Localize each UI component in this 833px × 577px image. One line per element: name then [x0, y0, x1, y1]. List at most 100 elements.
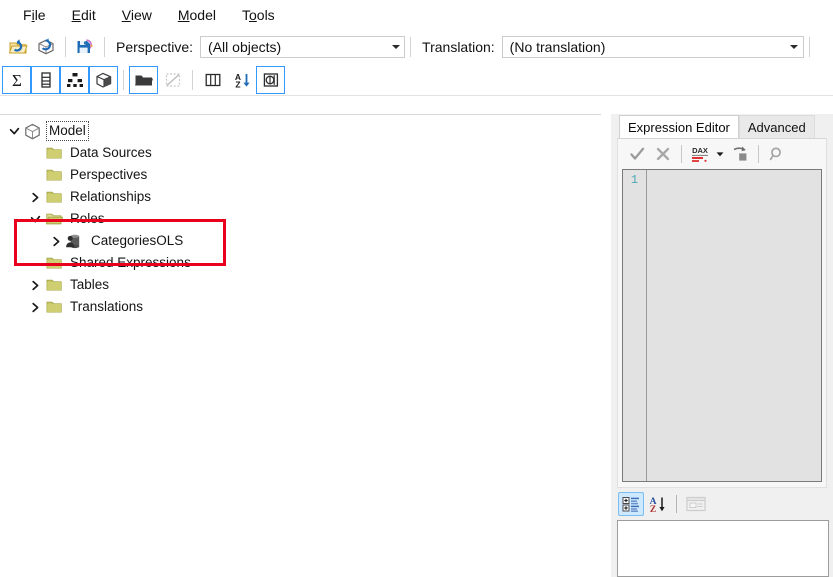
tree-node-relationships[interactable]: Relationships — [0, 186, 601, 208]
hidden-diagonal-icon — [165, 72, 180, 87]
tree-expander-translations[interactable] — [27, 296, 44, 318]
dax-formatter-button[interactable]: DAX — [687, 142, 713, 166]
show-hierarchies-button[interactable] — [60, 65, 89, 94]
tab-expression-editor-label: Expression Editor — [628, 119, 730, 135]
show-partitions-button[interactable] — [89, 65, 118, 94]
tree-node-perspectives[interactable]: Perspectives — [0, 164, 601, 186]
show-columns-button[interactable] — [31, 65, 60, 94]
svg-text:Σ: Σ — [12, 71, 22, 90]
tree-expander-roles[interactable] — [27, 208, 44, 230]
perspective-dropdown-arrow-icon[interactable] — [387, 45, 404, 49]
accept-expression-button[interactable] — [624, 142, 650, 166]
tree-node-roles[interactable]: Roles — [0, 208, 601, 230]
refresh-model-icon — [38, 38, 54, 55]
menu-item-edit[interactable]: Edit — [59, 3, 109, 27]
property-page-icon — [686, 496, 706, 512]
open-folder-refresh-button[interactable] — [4, 33, 32, 61]
tree-expander-model[interactable] — [6, 120, 23, 142]
tree-node-categories-ols-role[interactable]: CategoriesOLS — [0, 230, 601, 252]
tab-advanced-label: Advanced — [747, 119, 806, 135]
folder-open-icon — [45, 213, 63, 225]
tree-expander-data-sources — [27, 142, 44, 164]
editor-toolbar-separator-1 — [681, 145, 682, 163]
toolbar-separator-2 — [104, 37, 105, 57]
cancel-expression-button[interactable] — [650, 142, 676, 166]
show-measures-button[interactable]: Σ — [2, 65, 31, 94]
menu-tools-pre: T — [241, 7, 249, 23]
tree-node-tables[interactable]: Tables — [0, 274, 601, 296]
folder-icon — [44, 188, 63, 206]
column-list-icon — [40, 71, 51, 88]
menu-edit-post: dit — [80, 7, 96, 23]
folder-icon — [44, 298, 63, 316]
vertical-splitter[interactable] — [601, 114, 611, 577]
sort-alphabetically-button[interactable]: A Z — [227, 66, 256, 94]
tree-expander-categories-ols-role[interactable] — [48, 230, 65, 252]
sort-az-icon: A Z — [650, 497, 665, 514]
editor-toolbar-separator-2 — [758, 145, 759, 163]
cube-icon — [25, 123, 40, 139]
menu-file-pre: F — [23, 7, 32, 23]
show-object-types-button[interactable] — [256, 65, 285, 94]
sigma-icon: Σ — [12, 71, 22, 90]
translation-combobox[interactable]: (No translation) — [501, 36, 804, 58]
tree-node-label: Roles — [70, 211, 105, 226]
tree-node-label: Data Sources — [70, 145, 152, 160]
tree-node-translations[interactable]: Translations — [0, 296, 601, 318]
menu-item-tools[interactable]: Tools — [229, 3, 288, 27]
property-grid[interactable] — [617, 520, 829, 577]
translation-dropdown-arrow-icon[interactable] — [786, 45, 803, 49]
perspective-combobox[interactable]: (All objects) — [200, 36, 406, 58]
alphabetical-view-button[interactable]: A Z — [644, 492, 670, 516]
find-button[interactable] — [764, 142, 790, 166]
hierarchy-icon — [66, 72, 83, 87]
property-pages-button[interactable] — [683, 492, 709, 516]
menu-edit-accel: E — [71, 7, 81, 23]
show-display-folders-button[interactable] — [129, 65, 158, 94]
tree-node-shared-expressions[interactable]: Shared Expressions — [0, 252, 601, 274]
toolbar-separator-4 — [808, 37, 810, 57]
tree-node-model[interactable]: Model — [0, 120, 601, 142]
tree-expander-relationships[interactable] — [27, 186, 44, 208]
open-folder-refresh-icon — [8, 39, 28, 54]
table-columns-icon — [205, 73, 220, 86]
show-hidden-objects-button[interactable] — [158, 66, 187, 94]
folder-icon — [44, 144, 63, 162]
expand-expression-button[interactable] — [727, 142, 753, 166]
dax-formatter-dropdown[interactable] — [713, 142, 727, 166]
model-tree-panel: Model Data Sources Perspectives Relationshi… — [0, 114, 601, 577]
tab-expression-editor[interactable]: Expression Editor — [619, 115, 739, 138]
tree-node-label: Relationships — [70, 189, 152, 204]
expand-arrow-icon — [733, 146, 747, 161]
perspective-value: (All objects) — [208, 39, 282, 55]
tab-advanced[interactable]: Advanced — [738, 115, 815, 138]
checkmark-icon — [630, 147, 645, 160]
sort-az-icon: A Z — [234, 72, 250, 89]
dax-code-editor[interactable]: 1 — [622, 169, 822, 482]
chevron-right-icon — [53, 236, 60, 246]
refresh-model-button[interactable] — [32, 33, 60, 61]
menu-item-view[interactable]: View — [109, 3, 165, 27]
role-icon — [66, 234, 80, 248]
tree-expander-tables[interactable] — [27, 274, 44, 296]
categorized-view-button[interactable] — [618, 492, 644, 516]
chevron-right-icon — [32, 302, 39, 312]
tree-node-label: Tables — [70, 277, 110, 292]
save-model-button[interactable] — [71, 33, 99, 61]
role-icon — [65, 232, 84, 250]
menu-item-file[interactable]: File — [10, 3, 59, 27]
properties-panel: Expression Editor Advanced DAX 1 A Z — [611, 114, 833, 577]
svg-text:DAX: DAX — [692, 146, 708, 155]
tree-node-data-sources[interactable]: Data Sources — [0, 142, 601, 164]
perspective-label: Perspective: — [116, 39, 194, 55]
tree-node-label: Model — [46, 121, 89, 141]
translation-value: (No translation) — [509, 39, 606, 55]
expression-editor-toolbar: DAX — [618, 139, 826, 169]
show-all-columns-button[interactable] — [198, 66, 227, 94]
svg-text:Z: Z — [650, 505, 656, 514]
menu-item-model[interactable]: Model — [165, 3, 229, 27]
chevron-right-icon — [32, 192, 39, 202]
property-grid-toolbar-separator — [676, 495, 677, 513]
filter-toolbar-separator-1 — [123, 69, 124, 90]
code-text-area[interactable] — [647, 170, 821, 481]
